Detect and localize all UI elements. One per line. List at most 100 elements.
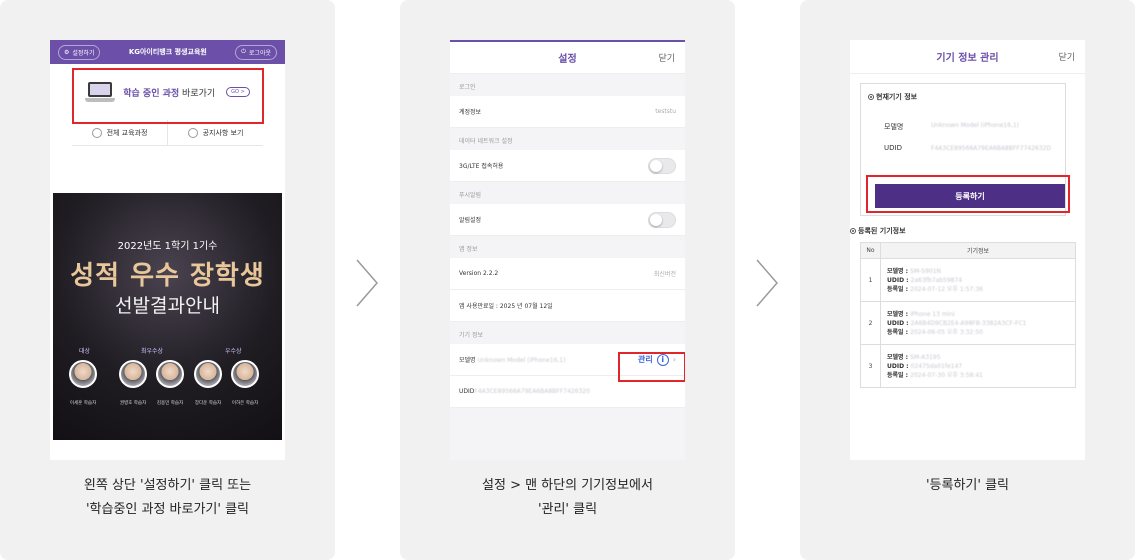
udid-value: F4A3CE89566A79EA6BA8BFF7742632D [931,145,1052,152]
info-udid: 02475da01fe147 [910,362,963,370]
device-manage-header: 기기 정보 관리 닫기 [850,40,1085,74]
award-excellence: 최우수상 [141,348,164,355]
step2-caption-1: 설정 > 맨 하단의 기기정보에서 [482,478,653,493]
info-udid: 2A6B4D9CB2E4-A98FB-3382A3CF-FC1 [910,319,1027,327]
column-no: No [860,242,881,259]
winner-name: 이하은 학습자 [231,401,259,406]
account-row: 계정정보 teststu [450,96,685,128]
banner-line1: 2022년도 1학기 1기수 [117,241,218,252]
winner-name: 장다운 학습자 [194,401,222,406]
page-title: 기기 정보 관리 [936,53,999,64]
udid-label: UDID [884,144,902,152]
row-info: 모델명 : iPhone 13 mini UDID : 2A6B4D9CB2E4… [880,301,1076,345]
version-label: Version 2.2.2 [459,270,499,277]
last-used-label: 앱 사용만료일 : 2025 년 07월 12일 [459,303,553,310]
highlight-box [72,68,264,124]
info-date: 2024-07-30 오후 3:58:41 [910,371,983,379]
udid-label: UDID [459,388,475,395]
info-date: 2024-06-05 오후 3:32:50 [910,328,983,336]
avatar [69,360,97,388]
push-row: 알림설정 [450,204,685,236]
info-model: SM-S901N [910,267,942,275]
step1-caption-1: 왼쪽 상단 '설정하기' 클릭 또는 [83,478,252,493]
close-button[interactable]: 닫기 [658,51,675,64]
avatar [231,360,259,388]
last-used-row: 앱 사용만료일 : 2025 년 07월 12일 [450,290,685,322]
step1-caption-2: '학습중인 과정 바로가기' 클릭 [85,502,250,517]
close-button[interactable]: 닫기 [1058,50,1075,63]
version-value: 최신버전 [653,271,676,278]
step2-caption-2: '관리' 클릭 [537,502,598,517]
info-key: 등록일 : [887,285,911,293]
scholarship-banner[interactable]: 2022년도 1학기 1기수 성적 우수 장학생 선발결과안내 대상 최우수상 … [53,193,282,440]
version-row: Version 2.2.2 최신버전 [450,258,685,290]
winner-name: 김용민 학습자 [156,401,184,406]
settings-header: 설정 닫기 [450,40,685,74]
table-row: 3 모델명 : SM-A3195 UDID : 02475da01fe147 등… [860,344,1076,388]
section-device: 기기 정보 [459,332,483,339]
power-icon: ⏻ [241,48,246,55]
section-network: 데이터 네트워크 설정 [459,138,513,145]
table-row: 1 모델명 : SM-S901N UDID : 2a63fb7ab59874 등… [860,258,1076,302]
current-device-title: 현재기기 정보 [868,92,917,102]
winner-name: 이세훈 학습자 [69,401,97,406]
info-key: UDID : [887,362,911,370]
registered-devices-table: No 기기정보 1 모델명 : SM-S901N UDID : 2a63fb7a… [860,242,1076,388]
list-icon [91,127,102,138]
row-info: 모델명 : SM-S901N UDID : 2a63fb7ab59874 등록일… [880,258,1076,302]
banner-line2: 성적 우수 장학생 [70,261,265,291]
info-model: SM-A3195 [910,353,941,361]
settings-button[interactable]: ⚙ 설정하기 [58,44,101,60]
logout-button[interactable]: ⏻ 로그아웃 [235,44,277,60]
highlight-box [618,352,685,382]
section-login: 로그인 [459,84,476,91]
row-no: 2 [860,301,881,345]
info-key: 모델명 : [887,267,911,275]
step3-panel: 기기 정보 관리 닫기 현재기기 정보 모델명 Unknown Model (i… [800,0,1135,560]
brand-title: KG아이티뱅크 평생교육원 [128,48,207,56]
settings-label: 설정하기 [72,49,95,57]
all-courses-label: 전체 교육과정 [106,128,148,137]
network-row: 3G/LTE 접속허용 [450,150,685,182]
udid-value: F4A3CE89566A79EA6BA8BFF7426320 [474,388,590,395]
step2-panel: 설정 닫기 로그인 계정정보 teststu 데이터 네트워크 설정 3G/LT… [400,0,735,560]
info-key: 모델명 : [887,353,911,361]
network-toggle[interactable] [648,157,676,174]
push-toggle[interactable] [648,211,676,228]
avatar [119,360,147,388]
gear-icon: ⚙ [64,48,70,56]
award-merit: 우수상 [225,348,242,355]
step1-panel: ⚙ 설정하기 KG아이티뱅크 평생교육원 ⏻ 로그아웃 학습 중인 과정 바로가… [0,0,335,560]
row-info: 모델명 : SM-A3195 UDID : 02475da01fe147 등록일… [880,344,1076,388]
step2-phone-screen: 설정 닫기 로그인 계정정보 teststu 데이터 네트워크 설정 3G/LT… [450,40,685,460]
page-title: 설정 [558,54,577,65]
section-push: 푸시알림 [459,192,482,199]
push-label: 알림설정 [459,217,482,224]
info-key: UDID : [887,319,911,327]
section-app: 앱 정보 [459,246,478,253]
row-no: 3 [860,344,881,388]
info-model: iPhone 13 mini [910,310,955,318]
radio-dot-icon [868,94,874,100]
info-key: 모델명 : [887,310,911,318]
network-label: 3G/LTE 접속허용 [459,163,504,170]
model-text: 모델명 Unknown Model (iPhone16,1) [459,355,565,364]
logout-label: 로그아웃 [248,49,271,57]
current-device-title-text: 현재기기 정보 [876,93,918,101]
step3-caption: '등록하기' 클릭 [925,478,1010,493]
banner-line3: 선발결과안내 [115,295,220,317]
highlight-box [866,175,1070,213]
model-label: 모델명 [459,357,476,364]
info-key: 등록일 : [887,371,911,379]
info-udid: 2a63fb7ab59874 [910,276,963,284]
avatar [156,360,184,388]
step1-phone-screen: ⚙ 설정하기 KG아이티뱅크 평생교육원 ⏻ 로그아웃 학습 중인 과정 바로가… [50,40,285,460]
step3-phone-screen: 기기 정보 관리 닫기 현재기기 정보 모델명 Unknown Model (i… [850,40,1085,460]
registered-title-text: 등록된 기기정보 [858,227,906,235]
winner-name: 권병호 학습자 [119,401,147,406]
info-key: UDID : [887,276,911,284]
table-row: 2 모델명 : iPhone 13 mini UDID : 2A6B4D9CB2… [860,301,1076,345]
award-grand: 대상 [79,348,91,355]
settings-list: 로그인 계정정보 teststu 데이터 네트워크 설정 3G/LTE 접속허용… [450,74,685,460]
registered-devices-title: 등록된 기기정보 [850,226,906,236]
